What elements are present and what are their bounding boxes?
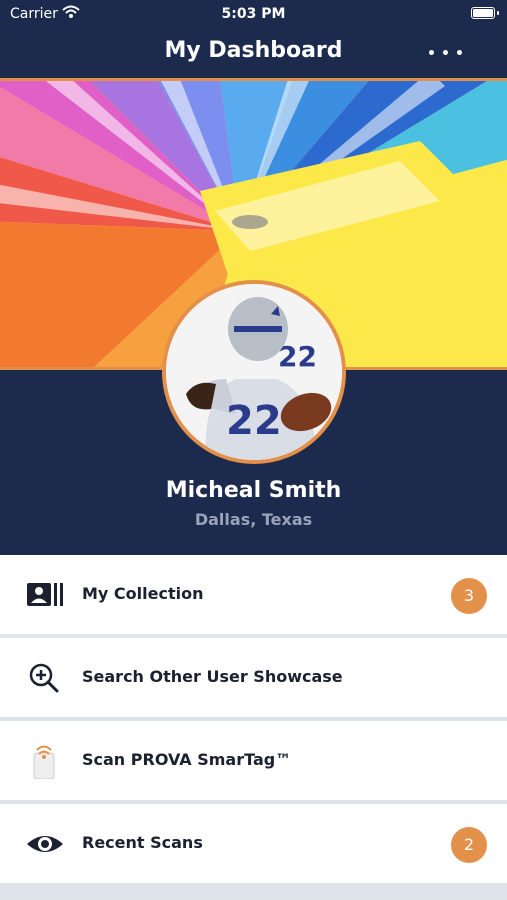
recent-scans-count-badge: 2: [451, 827, 487, 863]
collection-icon: [27, 583, 63, 606]
profile-location: Dallas, Texas: [194, 510, 313, 529]
menu-item-my-collection[interactable]: My Collection 3: [0, 555, 507, 634]
menu-label-scan-smartag: Scan PROVA SmarTag™: [82, 750, 292, 769]
profile-name: Micheal Smith: [165, 478, 342, 503]
dashboard-menu: My Collection 3 Search Other User Showca…: [0, 555, 507, 887]
avatar[interactable]: 22 22: [162, 280, 346, 464]
search-plus-icon: [29, 663, 59, 693]
eye-icon: [27, 836, 63, 852]
menu-label-recent-scans: Recent Scans: [82, 833, 203, 852]
menu-item-search-showcase[interactable]: Search Other User Showcase: [0, 638, 507, 717]
clock: 5:03 PM: [221, 6, 286, 22]
collection-count-badge: 3: [451, 578, 487, 614]
football-player-photo: 22 22: [166, 284, 342, 460]
menu-label-my-collection: My Collection: [82, 584, 204, 603]
svg-text:22: 22: [226, 398, 282, 444]
menu-item-recent-scans[interactable]: Recent Scans 2: [0, 804, 507, 883]
more-horizontal-icon: [429, 50, 434, 55]
status-bar: Carrier 5:03 PM: [0, 0, 507, 28]
nav-bar: My Dashboard: [0, 28, 507, 78]
menu-item-scan-smartag[interactable]: Scan PROVA SmarTag™: [0, 721, 507, 800]
battery-icon: [471, 7, 499, 19]
more-options-button[interactable]: [427, 40, 467, 66]
menu-label-search-showcase: Search Other User Showcase: [82, 667, 343, 686]
phone-scan-icon: [33, 745, 55, 779]
